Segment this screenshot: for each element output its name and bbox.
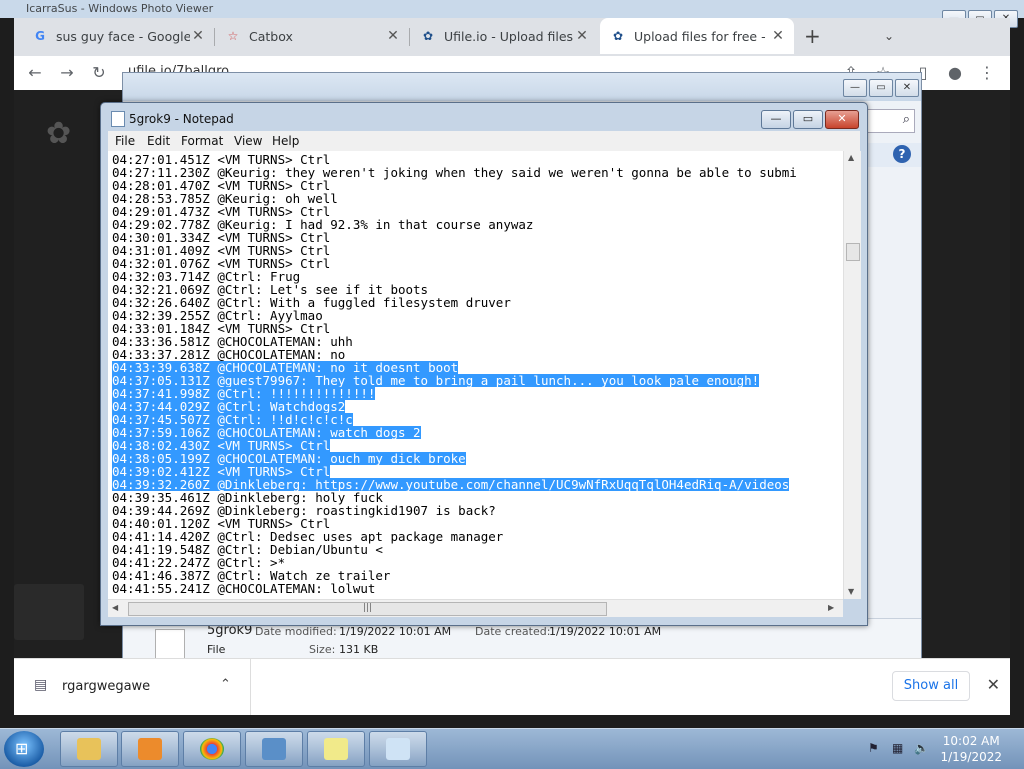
arrow-right-icon: → [60, 63, 74, 82]
menu-file[interactable]: File [115, 134, 135, 148]
date-modified-label: Date modified: [255, 625, 337, 638]
vertical-scroll-thumb[interactable] [846, 243, 860, 261]
search-icon: ⌕ [902, 112, 910, 127]
windows-logo-icon: ⊞ [15, 739, 29, 758]
chrome-icon [200, 738, 224, 760]
close-icon[interactable]: ✕ [385, 28, 401, 44]
size-label: Size: [309, 643, 336, 656]
taskbar-notepad[interactable] [369, 731, 427, 767]
notepad-text-area[interactable]: 04:27:01.451Z <VM TURNS> Ctrl 04:27:11.23… [108, 151, 843, 599]
notepad-icon [111, 111, 125, 127]
scroll-up-icon[interactable]: ▲ [848, 153, 854, 162]
taskbar-explorer[interactable] [60, 731, 118, 767]
notepad-icon [386, 738, 410, 760]
explorer-minimize-button[interactable]: — [843, 79, 867, 97]
explorer-help-area: ? [867, 143, 921, 167]
photo-viewer-titlebar: IcarraSus - Windows Photo Viewer [0, 0, 1024, 18]
start-button[interactable]: ⊞ [4, 731, 44, 767]
taskbar: ⊞ ⚑ ▦ 🔈 10:02 AM 1/19/2022 [0, 728, 1024, 769]
notepad-minimize-button[interactable]: — [761, 110, 791, 129]
google-icon: G [35, 29, 45, 43]
tab-upload-active[interactable]: ✿ Upload files for free - rg ✕ [600, 18, 794, 54]
flag-icon[interactable]: ⚑ [868, 741, 884, 755]
tab-search-button[interactable]: ⌄ [884, 18, 904, 54]
date-created-label: Date created: [475, 625, 551, 638]
menu-edit[interactable]: Edit [147, 134, 170, 148]
notepad-window: 5grok9 - Notepad — ▭ ✕ File Edit Format … [100, 102, 868, 626]
date-created-value: 1/19/2022 10:01 AM [549, 625, 662, 638]
explorer-titlebar [123, 73, 921, 101]
explorer-search-box[interactable]: ⌕ [867, 109, 915, 133]
explorer-window-controls: — ▭ ✕ [843, 79, 919, 97]
size-value: 131 KB [339, 643, 379, 656]
download-divider [250, 659, 251, 715]
arrow-left-icon: ← [28, 63, 42, 82]
close-icon[interactable]: ✕ [770, 28, 786, 44]
media-player-icon [138, 738, 162, 760]
sticky-notes-icon [324, 738, 348, 760]
ufile-icon: ✿ [422, 29, 434, 43]
scroll-down-icon[interactable]: ▼ [848, 587, 854, 596]
catbox-icon: ☆ [227, 29, 239, 43]
taskbar-chrome[interactable] [183, 731, 241, 767]
horizontal-scrollbar[interactable]: ◀ ||| ▶ [108, 599, 843, 617]
forward-button[interactable]: → [56, 62, 78, 84]
clock-time: 10:02 AM [942, 734, 1000, 748]
taskbar-clock[interactable]: 10:02 AM 1/19/2022 [940, 733, 1002, 765]
taskbar-media-player[interactable] [121, 731, 179, 767]
volume-icon[interactable]: 🔈 [914, 741, 930, 755]
text-line: 04:41:55.241Z @CHOCOLATEMAN: lolwut [112, 581, 376, 596]
explorer-close-button[interactable]: ✕ [895, 79, 919, 97]
menu-help[interactable]: Help [272, 134, 299, 148]
notepad-maximize-button[interactable]: ▭ [793, 110, 823, 129]
scroll-right-icon[interactable]: ▶ [828, 603, 834, 612]
network-icon[interactable]: ▦ [892, 741, 908, 755]
clock-date: 1/19/2022 [940, 750, 1002, 764]
notepad-menubar: File Edit Format View Help [108, 131, 860, 152]
plus-icon: + [804, 24, 821, 48]
notepad-close-button[interactable]: ✕ [825, 110, 859, 129]
reload-icon: ↻ [92, 63, 106, 82]
close-icon[interactable]: ✕ [190, 28, 206, 44]
downloads-bar: ▤ rgargwegawe ⌃ Show all ✕ [14, 658, 1010, 715]
taskbar-photo-viewer[interactable] [245, 731, 303, 767]
horizontal-scroll-thumb[interactable]: ||| [128, 602, 607, 616]
menu-button[interactable]: ⋮ [976, 62, 998, 84]
new-tab-button[interactable]: + [804, 18, 828, 54]
notepad-title: 5grok9 - Notepad [129, 112, 234, 126]
kebab-menu-icon: ⋮ [979, 63, 995, 82]
reload-button[interactable]: ↻ [88, 62, 110, 84]
folder-icon [77, 738, 101, 760]
photo-viewer-icon [262, 738, 286, 760]
close-icon[interactable]: ✕ [574, 28, 590, 44]
back-button[interactable]: ← [24, 62, 46, 84]
ufile-icon: ✿ [612, 29, 624, 43]
recaptcha-badge [14, 584, 84, 640]
scroll-left-icon[interactable]: ◀ [112, 603, 118, 612]
ufile-logo-icon: ✿ [46, 116, 72, 151]
tab-ufile[interactable]: ✿ Ufile.io - Upload files fo ✕ [410, 18, 598, 54]
menu-view[interactable]: View [234, 134, 262, 148]
download-file-icon: ▤ [34, 677, 48, 693]
browser-tab-bar: G sus guy face - Google Se ✕ ☆ Catbox ✕ … [14, 18, 1010, 56]
profile-button[interactable]: ● [944, 62, 966, 84]
vertical-scrollbar[interactable]: ▲ ▼ [843, 151, 861, 599]
avatar-icon: ● [948, 63, 962, 82]
tab-google[interactable]: G sus guy face - Google Se ✕ [22, 18, 214, 54]
file-type: File [207, 643, 226, 656]
help-icon[interactable]: ? [893, 145, 911, 163]
show-all-button[interactable]: Show all [892, 671, 970, 701]
notepad-titlebar[interactable]: 5grok9 - Notepad — ▭ ✕ [101, 103, 867, 133]
taskbar-sticky-notes[interactable] [307, 731, 365, 767]
download-item-name[interactable]: rgargwegawe [62, 679, 150, 694]
chevron-up-icon[interactable]: ⌃ [220, 677, 231, 692]
photo-viewer-title: IcarraSus - Windows Photo Viewer [26, 2, 214, 15]
date-modified-value: 1/19/2022 10:01 AM [339, 625, 452, 638]
tab-catbox[interactable]: ☆ Catbox ✕ [215, 18, 409, 54]
chevron-down-icon: ⌄ [884, 29, 895, 43]
explorer-maximize-button[interactable]: ▭ [869, 79, 893, 97]
menu-format[interactable]: Format [181, 134, 223, 148]
close-icon[interactable]: ✕ [987, 675, 1000, 694]
